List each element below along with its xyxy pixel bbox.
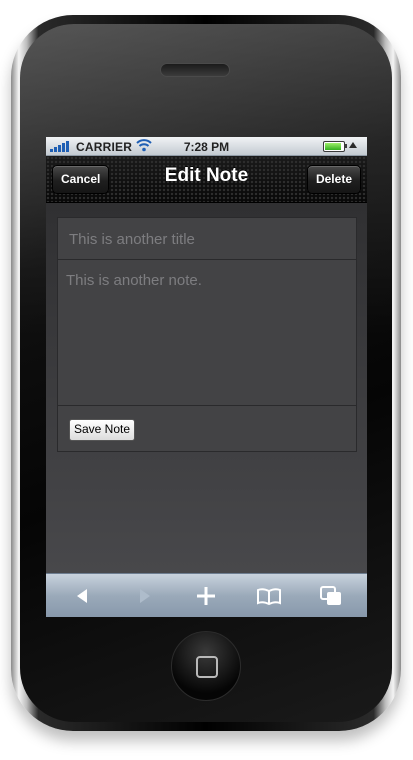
forward-icon[interactable] xyxy=(125,574,165,617)
home-button[interactable] xyxy=(171,631,241,701)
speaker-grille xyxy=(160,63,230,77)
up-arrow-icon xyxy=(349,142,357,148)
cancel-button[interactable]: Cancel xyxy=(52,165,110,194)
browser-toolbar xyxy=(46,573,367,617)
delete-button[interactable]: Delete xyxy=(306,165,361,194)
add-icon[interactable] xyxy=(186,574,226,617)
page-title: Edit Note xyxy=(164,165,249,186)
battery-icon xyxy=(323,141,347,152)
save-note-button[interactable]: Save Note xyxy=(69,419,136,441)
navigation-bar: Cancel Edit Note Delete xyxy=(46,156,367,203)
content-area: This is another title This is another no… xyxy=(46,203,367,573)
pages-icon[interactable] xyxy=(311,574,351,617)
status-bar: CARRIER 7:28 PM xyxy=(46,137,367,156)
screen: CARRIER 7:28 PM Cancel Edit Note Delete … xyxy=(46,137,367,617)
title-input[interactable]: This is another title xyxy=(58,218,356,260)
note-textarea[interactable]: This is another note. xyxy=(58,261,356,406)
clock: 7:28 PM xyxy=(183,140,230,154)
home-square-icon xyxy=(196,656,218,678)
back-icon[interactable] xyxy=(62,574,102,617)
note-form: This is another title This is another no… xyxy=(57,217,357,452)
bookmarks-icon[interactable] xyxy=(249,574,289,617)
